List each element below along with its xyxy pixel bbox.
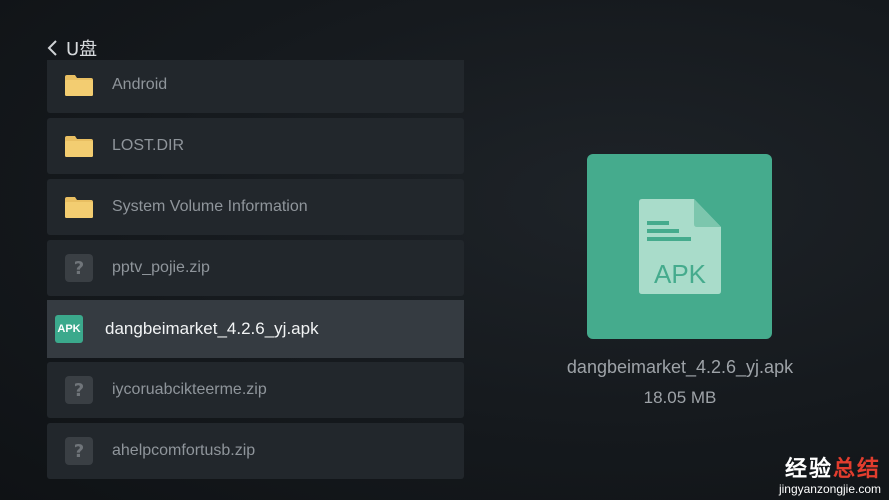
file-name: LOST.DIR	[112, 137, 185, 154]
file-name: Android	[112, 76, 168, 93]
list-item[interactable]: System Volume Information	[47, 179, 464, 235]
list-item[interactable]: Android	[47, 60, 464, 113]
watermark-url: jingyanzongjie.com	[778, 482, 881, 496]
unknown-file-icon: ?	[65, 254, 93, 282]
chevron-left-icon[interactable]	[46, 39, 60, 57]
watermark-logo: 经验总结 jingyanzongjie.com	[778, 457, 881, 497]
folder-icon	[65, 193, 93, 221]
list-item-selected[interactable]: APK dangbeimarket_4.2.6_yj.apk	[47, 300, 464, 358]
page-title: U盘	[66, 39, 98, 60]
watermark-title-b: 总结	[832, 457, 881, 482]
file-name: ahelpcomfortusb.zip	[112, 442, 256, 459]
list-item[interactable]: LOST.DIR	[47, 118, 464, 174]
preview-file-name: dangbeimarket_4.2.6_yj.apk	[566, 357, 794, 377]
file-name: pptv_pojie.zip	[112, 259, 210, 276]
list-item[interactable]: ? pptv_pojie.zip	[47, 240, 464, 296]
header: U盘	[46, 36, 97, 60]
list-item[interactable]: ? iycoruabcikteerme.zip	[47, 362, 464, 418]
unknown-file-icon: ?	[65, 437, 93, 465]
file-name: dangbeimarket_4.2.6_yj.apk	[105, 319, 319, 338]
file-name: System Volume Information	[112, 198, 308, 215]
apk-document-icon: APK	[639, 199, 721, 294]
list-item[interactable]: ? ahelpcomfortusb.zip	[47, 423, 464, 479]
preview-file-size: 18.05 MB	[643, 388, 717, 407]
file-name: iycoruabcikteerme.zip	[112, 381, 267, 398]
folder-icon	[65, 132, 93, 160]
file-preview-card: APK	[587, 154, 772, 339]
apk-badge-text: APK	[654, 259, 707, 289]
apk-icon: APK	[55, 315, 83, 343]
folder-icon	[65, 71, 93, 99]
watermark-title-a: 经验	[784, 457, 833, 482]
unknown-file-icon: ?	[65, 376, 93, 404]
file-list: Android LOST.DIR System Volume Informati…	[47, 60, 464, 480]
